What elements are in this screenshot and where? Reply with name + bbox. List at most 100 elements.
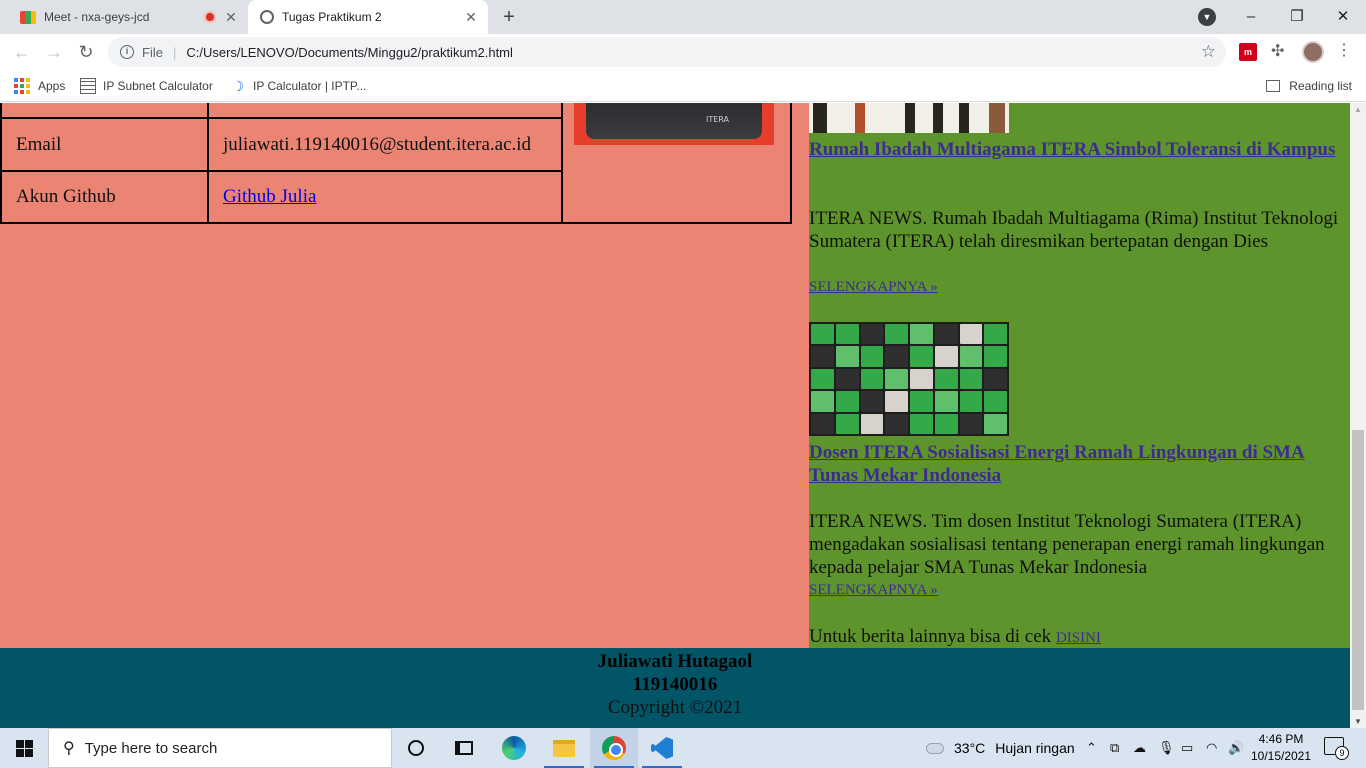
address-url[interactable]: C:/Users/LENOVO/Documents/Minggu2/prakti… — [186, 45, 513, 60]
notification-count: 9 — [1335, 746, 1349, 760]
notification-center-icon[interactable]: 9 — [1324, 737, 1349, 760]
recording-indicator-icon — [204, 11, 216, 23]
edge-icon — [502, 736, 526, 760]
more-news-line: Untuk berita lainnya bisa di cek DISINI — [809, 625, 1344, 650]
profile-section: Email juliawati.119140016@student.itera.… — [0, 103, 809, 648]
bookmark-star-icon[interactable]: ☆ — [1201, 42, 1216, 62]
tab-praktikum[interactable]: Tugas Praktikum 2 ✕ — [248, 0, 488, 34]
news-thumbnail[interactable] — [809, 322, 1009, 436]
clock-time: 4:46 PM — [1258, 732, 1304, 746]
profile-avatar[interactable] — [1302, 41, 1324, 63]
onedrive-cloud-icon[interactable]: ☁ — [1133, 740, 1146, 756]
wifi-icon[interactable]: ◠ — [1206, 740, 1217, 756]
browser-toolbar: ← → ↻ i File | C:/Users/LENOVO/Documents… — [0, 34, 1366, 70]
taskbar-clock[interactable]: 4:46 PM 10/15/2021 — [1250, 731, 1312, 765]
email-label: Email — [0, 117, 209, 172]
close-window-button[interactable]: ✕ — [1320, 0, 1366, 32]
tab-search-icon[interactable]: ▼ — [1198, 8, 1216, 26]
news-summary: ITERA NEWS. Rumah Ibadah Multiagama (Rim… — [809, 208, 1339, 252]
windows-logo-icon — [15, 739, 33, 757]
news-title[interactable]: Dosen ITERA Sosialisasi Energi Ramah Lin… — [809, 441, 1344, 487]
news-title-link[interactable]: Rumah Ibadah Multiagama ITERA Simbol Tol… — [809, 139, 1335, 160]
menu-dots-icon[interactable]: ⋮ — [1336, 42, 1352, 60]
bookmark-ip-subnet[interactable]: IP Subnet Calculator — [80, 76, 213, 96]
new-tab-button[interactable]: + — [496, 5, 522, 29]
footer-copyright: Copyright ©2021 — [607, 697, 743, 718]
address-bar[interactable]: i File | C:/Users/LENOVO/Documents/Mingg… — [108, 37, 1226, 67]
table-cell — [0, 103, 209, 119]
weather-cloud-icon — [926, 742, 944, 754]
globe-icon — [260, 10, 274, 24]
taskbar-search[interactable]: ⚲ Type here to search — [48, 728, 392, 768]
search-placeholder: Type here to search — [84, 739, 218, 757]
footer-nim: 119140016 — [632, 674, 718, 695]
news-title[interactable]: Rumah Ibadah Multiagama ITERA Simbol Tol… — [809, 138, 1344, 161]
file-explorer-button[interactable] — [540, 728, 588, 768]
news-title-link[interactable]: Dosen ITERA Sosialisasi Energi Ramah Lin… — [809, 442, 1305, 486]
photo-person — [905, 103, 915, 133]
page-footer: Juliawati Hutagaol 119140016 Copyright ©… — [0, 648, 1350, 728]
microphone-icon[interactable]: 🎙 — [1158, 740, 1175, 756]
bookmarks-bar: Apps IP Subnet Calculator ☽ IP Calculato… — [0, 70, 1366, 102]
profile-photo: ITERA — [574, 103, 774, 145]
read-more-link[interactable]: SELENGKAPNYA » — [809, 279, 938, 296]
maximize-button[interactable]: ❐ — [1274, 0, 1320, 32]
footer-name: Juliawati Hutagaol — [597, 651, 753, 672]
moon-icon: ☽ — [231, 78, 245, 94]
photo-shirt — [586, 103, 762, 139]
cortana-button[interactable] — [392, 728, 440, 768]
bookmark-label: IP Subnet Calculator — [103, 79, 213, 93]
weather-widget[interactable]: 33°C Hujan ringan — [926, 728, 1075, 768]
page-viewport: Email juliawati.119140016@student.itera.… — [0, 103, 1350, 728]
close-tab-icon[interactable]: ✕ — [220, 6, 242, 28]
back-arrow-icon[interactable]: ← — [8, 38, 36, 66]
cortana-icon — [408, 740, 424, 756]
more-news-link[interactable]: DISINI — [1056, 630, 1101, 646]
tab-strip: Meet - nxa-geys-jcd ✕ Tugas Praktikum 2 … — [0, 0, 1366, 34]
volume-icon[interactable]: 🔊 — [1228, 740, 1244, 756]
read-more-link[interactable]: SELENGKAPNYA » — [809, 582, 938, 599]
close-tab-icon[interactable]: ✕ — [460, 6, 482, 28]
scrollbar-thumb[interactable] — [1352, 430, 1364, 710]
weather-desc: Hujan ringan — [995, 740, 1075, 756]
forward-arrow-icon[interactable]: → — [40, 38, 68, 66]
github-label: Akun Github — [0, 170, 209, 224]
address-scheme: File — [142, 44, 163, 60]
news-thumbnail[interactable] — [809, 103, 1009, 133]
weather-temp: 33°C — [954, 740, 986, 756]
vscode-icon — [651, 737, 673, 759]
reading-list-button[interactable]: Reading list — [1266, 76, 1352, 96]
github-cell: Github Julia — [207, 170, 563, 224]
bookmark-label: IP Calculator | IPTP... — [253, 79, 367, 93]
info-icon[interactable]: i — [120, 45, 134, 59]
bookmark-label: Apps — [38, 79, 66, 93]
edge-button[interactable] — [490, 728, 538, 768]
reload-icon[interactable]: ↻ — [72, 38, 100, 66]
battery-icon[interactable]: ▭ — [1181, 740, 1193, 756]
photo-person — [933, 103, 943, 133]
vscode-button[interactable] — [638, 728, 686, 768]
start-button[interactable] — [0, 728, 48, 768]
scroll-down-icon[interactable]: ▼ — [1354, 717, 1362, 726]
task-view-button[interactable] — [440, 728, 488, 768]
windows-taskbar: ⚲ Type here to search 33°C Hujan ringan … — [0, 728, 1366, 768]
minimize-button[interactable]: – — [1228, 0, 1274, 32]
chevron-up-icon[interactable]: ⌃ — [1086, 740, 1097, 756]
folder-icon — [553, 739, 575, 757]
page-scrollbar[interactable]: ▲ ▼ — [1350, 103, 1366, 728]
photo-person — [855, 103, 865, 133]
github-link[interactable]: Github Julia — [223, 186, 316, 207]
extensions-puzzle-icon[interactable]: ✣ — [1271, 43, 1289, 61]
scroll-up-icon[interactable]: ▲ — [1354, 105, 1362, 114]
meet-tray-icon[interactable]: ⧉ — [1110, 740, 1119, 756]
extension-icon[interactable]: m — [1239, 43, 1257, 61]
task-view-icon — [455, 741, 473, 755]
tab-meet[interactable]: Meet - nxa-geys-jcd ✕ — [8, 0, 248, 34]
email-value: juliawati.119140016@student.itera.ac.id — [207, 117, 563, 172]
bookmark-ip-calculator[interactable]: ☽ IP Calculator | IPTP... — [230, 76, 367, 96]
table-cell — [207, 103, 563, 119]
photo-person — [959, 103, 969, 133]
photo-person — [813, 103, 827, 133]
chrome-button[interactable] — [590, 728, 638, 768]
bookmark-apps[interactable]: Apps — [14, 76, 65, 96]
